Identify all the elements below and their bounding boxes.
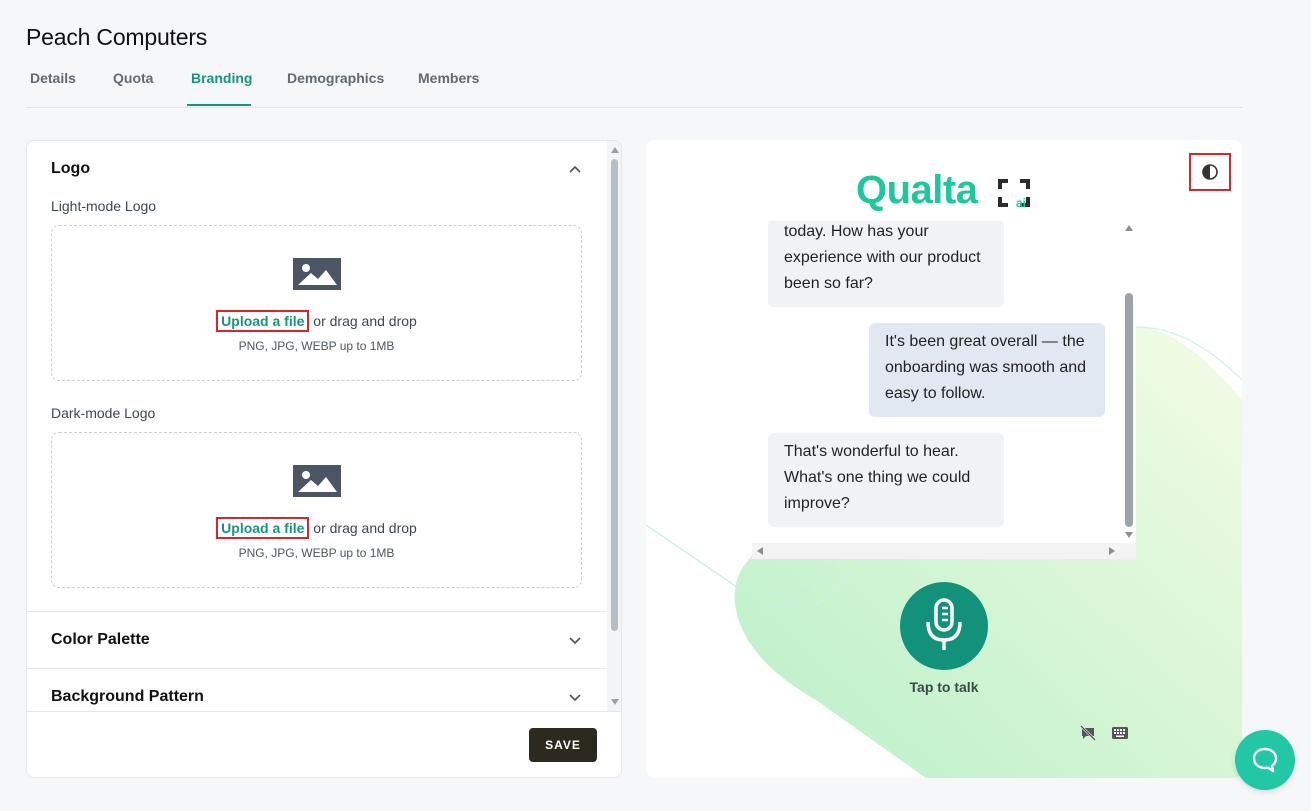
file-type-hint: PNG, JPG, WEBP up to 1MB (238, 339, 395, 353)
tab-quota[interactable]: Quota (113, 70, 153, 86)
page-title: Peach Computers (26, 24, 208, 50)
chevron-down-icon[interactable] (568, 690, 582, 704)
chat-message-user: It's been great overall — the onboarding… (869, 323, 1105, 417)
message-line: That's wonderful to hear. (784, 443, 959, 460)
message-line: What's one thing we could (784, 469, 971, 486)
image-placeholder-icon (293, 465, 341, 497)
tab-branding[interactable]: Branding (191, 70, 252, 86)
branding-settings-card: Logo Light-mode Logo Upload a file or dr… (26, 140, 622, 778)
message-line: onboarding was smooth and (885, 359, 1087, 376)
contrast-toggle-icon (1202, 164, 1218, 180)
tap-to-talk-button[interactable] (900, 582, 988, 670)
light-logo-label: Light-mode Logo (51, 198, 157, 214)
scroll-thumb[interactable] (611, 159, 618, 631)
upload-instructions: Upload a file or drag and drop (52, 517, 581, 539)
keyboard-icon[interactable] (1112, 726, 1128, 744)
scroll-thumb[interactable] (1125, 293, 1133, 527)
help-chat-icon (1252, 747, 1278, 773)
scroll-right-arrow[interactable] (1109, 547, 1115, 555)
chat-horizontal-scrollbar[interactable] (752, 543, 1136, 559)
tap-to-talk-label: Tap to talk (909, 679, 979, 695)
section-divider (27, 668, 607, 669)
scroll-up-arrow[interactable] (611, 147, 619, 153)
branding-preview: Qualta ai today. How has your experience… (646, 140, 1242, 778)
comment-off-icon[interactable] (1080, 725, 1096, 746)
message-line: today. How has your (784, 223, 929, 240)
brand-logo-mark: ai (996, 177, 1032, 210)
tab-members[interactable]: Members (418, 70, 479, 86)
file-type-hint: PNG, JPG, WEBP up to 1MB (238, 546, 395, 560)
scroll-left-arrow[interactable] (757, 547, 763, 555)
drag-drop-text: or drag and drop (313, 520, 417, 536)
dark-logo-dropzone[interactable]: Upload a file or drag and drop PNG, JPG,… (51, 432, 582, 588)
chat-message-bot: today. How has your experience with our … (768, 221, 1004, 307)
image-placeholder-icon (293, 258, 341, 290)
chat-transcript[interactable]: today. How has your experience with our … (752, 221, 1136, 559)
dark-logo-label: Dark-mode Logo (51, 405, 156, 421)
chat-message-bot: That's wonderful to hear. What's one thi… (768, 433, 1004, 527)
scroll-down-arrow[interactable] (611, 699, 619, 705)
message-line: improve? (784, 495, 850, 512)
tab-bar: Details Quota Branding Demographics Memb… (26, 64, 1243, 108)
scroll-down-arrow[interactable] (1125, 532, 1133, 538)
logo-section-title[interactable]: Logo (51, 160, 90, 178)
message-line: experience with our product (784, 249, 981, 266)
help-chat-button[interactable] (1235, 730, 1295, 790)
drag-drop-text: or drag and drop (313, 313, 417, 329)
upload-file-link[interactable]: Upload a file (216, 517, 310, 539)
message-line: been so far? (784, 275, 873, 292)
tab-demographics[interactable]: Demographics (287, 70, 384, 86)
settings-scrollbar[interactable] (607, 141, 621, 711)
active-tab-indicator (187, 104, 251, 106)
light-logo-dropzone[interactable]: Upload a file or drag and drop PNG, JPG,… (51, 225, 582, 381)
contrast-toggle-button[interactable] (1189, 153, 1231, 191)
microphone-icon (926, 598, 962, 650)
brand-logo-text: Qualta (856, 168, 978, 212)
chat-vertical-scrollbar[interactable] (1122, 221, 1136, 543)
save-button[interactable]: SAVE (529, 728, 597, 762)
color-palette-section-title[interactable]: Color Palette (51, 631, 150, 649)
chevron-up-icon[interactable] (568, 162, 582, 176)
message-line: easy to follow. (885, 385, 986, 402)
brand-logo-suffix: ai (1016, 196, 1026, 209)
background-pattern-section-title[interactable]: Background Pattern (51, 688, 204, 706)
settings-footer: SAVE (27, 711, 621, 777)
scroll-up-arrow[interactable] (1125, 225, 1133, 231)
upload-file-link[interactable]: Upload a file (216, 310, 310, 332)
chevron-down-icon[interactable] (568, 633, 582, 647)
tab-details[interactable]: Details (30, 70, 76, 86)
message-line: It's been great overall — the (885, 333, 1085, 350)
upload-instructions: Upload a file or drag and drop (52, 310, 581, 332)
section-divider (27, 611, 607, 612)
